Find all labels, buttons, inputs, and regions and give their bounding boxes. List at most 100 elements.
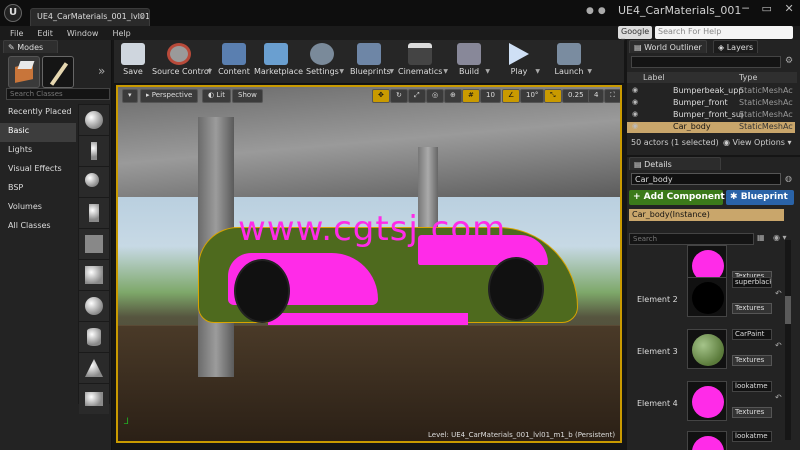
reset-arrow-icon[interactable]: ↶ — [775, 341, 782, 350]
column-label[interactable]: Label — [643, 73, 665, 82]
document-tab[interactable]: UE4_CarMaterials_001_lvl01 × — [30, 8, 150, 26]
notification-icons[interactable]: ●● — [586, 6, 610, 16]
material-select[interactable]: lookatme — [732, 381, 772, 392]
light-actor-icon[interactable] — [79, 167, 109, 197]
play-button[interactable]: Play ▼ — [504, 40, 540, 84]
unreal-logo-icon[interactable]: U — [4, 4, 22, 22]
reset-arrow-icon[interactable]: ↶ — [775, 393, 782, 402]
paint-mode-icon[interactable] — [42, 56, 74, 88]
viewport-options-button[interactable]: ▾ — [122, 89, 138, 103]
cube-actor-icon[interactable] — [79, 260, 109, 290]
material-select[interactable]: CarPaint — [732, 329, 772, 340]
content-button[interactable]: Content — [218, 40, 250, 84]
settings-button[interactable]: Settings ▼ — [306, 40, 344, 84]
dropdown-arrow-icon[interactable]: ▼ — [207, 68, 212, 75]
category-recently-placed[interactable]: Recently Placed — [0, 104, 76, 123]
cone-actor-icon[interactable] — [79, 353, 109, 383]
save-button[interactable]: Save — [118, 40, 148, 84]
show-button[interactable]: Show — [232, 89, 263, 103]
lock-icon[interactable]: ◍ — [785, 174, 792, 183]
outliner-row[interactable]: ◉ Bumperbeak_upperStaticMeshActor — [627, 86, 795, 97]
scale-snap-value[interactable]: 0.25 — [562, 89, 590, 103]
blueprint-button[interactable]: ✱ Blueprint — [726, 190, 794, 205]
translate-tool-icon[interactable]: ✥ — [372, 89, 390, 103]
blueprints-button[interactable]: Blueprints ▼ — [350, 40, 394, 84]
category-bsp[interactable]: BSP — [0, 180, 76, 199]
category-all-classes[interactable]: All Classes — [0, 218, 76, 237]
view-grid-icon[interactable]: ▦ — [757, 233, 765, 242]
lit-button[interactable]: ◐ Lit — [202, 89, 231, 103]
menu-edit[interactable]: Edit — [37, 29, 53, 38]
details-scrollbar[interactable] — [785, 240, 791, 440]
modes-tab[interactable]: ✎ Modes — [3, 40, 58, 53]
visibility-eye-icon[interactable]: ◉ — [632, 86, 638, 94]
tab-details[interactable]: ▤ Details — [629, 157, 721, 170]
scrollbar-thumb[interactable] — [785, 296, 791, 324]
level-viewport[interactable]: www.cgtsj.com ▾ ▸ Perspective ◐ Lit Show… — [116, 85, 622, 443]
build-button[interactable]: Build ▼ — [454, 40, 490, 84]
material-thumbnail[interactable] — [687, 277, 727, 317]
visibility-eye-icon[interactable]: ◉ — [632, 122, 638, 130]
surface-snap-icon[interactable]: ⊕ — [444, 89, 462, 103]
minimize-button[interactable]: ─ — [742, 2, 749, 20]
category-visual-effects[interactable]: Visual Effects — [0, 161, 76, 180]
camera-speed-value[interactable]: 4 — [588, 89, 605, 103]
visibility-eye-icon[interactable]: ◉ — [632, 110, 638, 118]
dropdown-arrow-icon[interactable]: ▼ — [485, 68, 490, 75]
tab-layers[interactable]: ◈ Layers — [713, 40, 759, 53]
character-actor-icon[interactable] — [79, 136, 109, 166]
dropdown-arrow-icon[interactable]: ▼ — [535, 68, 540, 75]
dropdown-arrow-icon[interactable]: ▼ — [587, 68, 592, 75]
add-component-button[interactable]: + Add Component ▾ — [629, 190, 732, 205]
menu-window[interactable]: Window — [67, 29, 99, 38]
scale-snap-icon[interactable]: ⤡ — [544, 89, 562, 103]
menu-file[interactable]: File — [10, 29, 23, 38]
source-control-button[interactable]: Source Control ▼ — [152, 40, 212, 84]
category-lights[interactable]: Lights — [0, 142, 76, 161]
marketplace-button[interactable]: Marketplace — [254, 40, 303, 84]
maximize-button[interactable]: ▭ — [761, 2, 771, 20]
tab-world-outliner[interactable]: ▤ World Outliner — [629, 40, 707, 53]
column-type[interactable]: Type — [739, 73, 757, 82]
view-options-button[interactable]: ◉ View Options ▾ — [723, 138, 792, 147]
reset-arrow-icon[interactable]: ↶ — [775, 289, 782, 298]
textures-dropdown[interactable]: Textures — [732, 355, 772, 366]
chevron-right-icon[interactable]: » — [98, 64, 105, 78]
maximize-viewport-icon[interactable]: ⛶ — [604, 89, 620, 103]
material-select[interactable]: lookatme — [732, 431, 772, 442]
material-thumbnail[interactable] — [687, 329, 727, 369]
component-instance-row[interactable]: Car_body(Instance) — [629, 209, 784, 221]
search-engine-select[interactable]: Google ▾ — [618, 26, 652, 45]
textures-dropdown[interactable]: Textures — [732, 407, 772, 418]
outliner-search-input[interactable] — [631, 56, 781, 68]
rotate-tool-icon[interactable]: ↻ — [390, 89, 408, 103]
grid-size-value[interactable]: 10 — [480, 89, 501, 103]
textures-dropdown[interactable]: Textures — [732, 303, 772, 314]
trigger-actor-icon[interactable] — [79, 229, 109, 259]
sphere-shape-icon[interactable] — [79, 291, 109, 321]
actor-name-field[interactable]: Car_body — [631, 173, 781, 185]
outliner-row-selected[interactable]: ◉ Car_body StaticMeshActor — [627, 122, 795, 133]
category-basic[interactable]: Basic — [0, 123, 76, 142]
dropdown-arrow-icon[interactable]: ▼ — [339, 68, 344, 75]
cylinder-actor-icon[interactable] — [79, 322, 109, 352]
cinematics-button[interactable]: Cinematics ▼ — [398, 40, 448, 84]
rotation-snap-icon[interactable]: ∠ — [502, 89, 521, 103]
close-icon[interactable]: × — [138, 12, 145, 21]
launch-button[interactable]: Launch ▼ — [552, 40, 592, 84]
outliner-row[interactable]: ◉ Bumper_front_supportStaticMeshActor — [627, 110, 795, 121]
visibility-eye-icon[interactable]: ◉ — [632, 98, 638, 106]
menu-help[interactable]: Help — [112, 29, 130, 38]
search-classes-input[interactable]: Search Classes — [6, 88, 110, 100]
grid-snap-icon[interactable]: # — [462, 89, 480, 103]
rotation-snap-value[interactable]: 10° — [520, 89, 545, 103]
dropdown-arrow-icon[interactable]: ▼ — [389, 68, 394, 75]
category-volumes[interactable]: Volumes — [0, 199, 76, 218]
dropdown-arrow-icon[interactable]: ▼ — [443, 68, 448, 75]
close-button[interactable]: ✕ — [784, 2, 793, 20]
material-select[interactable]: superblack — [732, 277, 772, 288]
place-mode-icon[interactable] — [8, 56, 40, 88]
scale-tool-icon[interactable]: ⤢ — [408, 89, 426, 103]
help-search-input[interactable]: Search For Help — [655, 26, 793, 39]
sphere-actor-icon[interactable] — [79, 105, 109, 135]
